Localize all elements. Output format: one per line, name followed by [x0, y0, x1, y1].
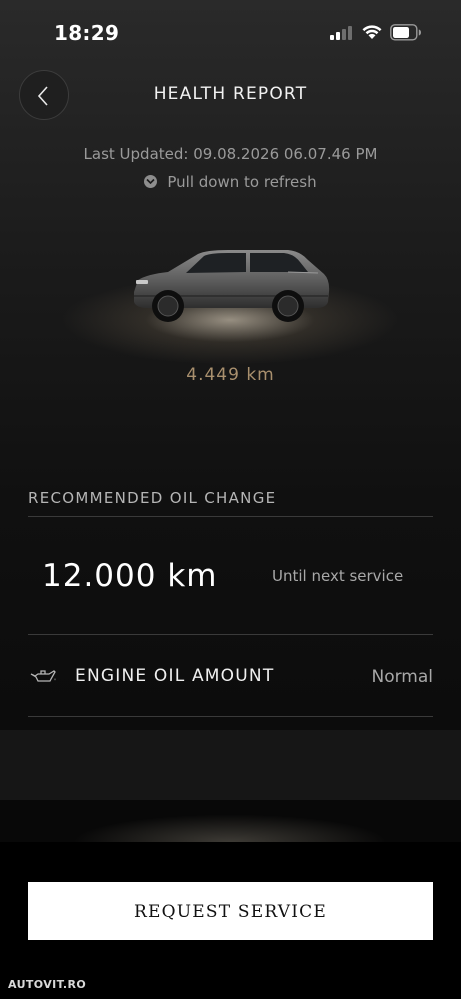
- oil-change-caption: Until next service: [272, 567, 404, 585]
- row-divider: [28, 716, 433, 717]
- section-divider: [28, 516, 433, 517]
- request-service-button[interactable]: REQUEST SERVICE: [28, 882, 433, 940]
- engine-oil-amount-value: Normal: [371, 667, 433, 687]
- scroll-content-band: [0, 730, 461, 800]
- cellular-signal-icon: [330, 26, 352, 40]
- pull-to-refresh-hint: Pull down to refresh: [0, 173, 461, 191]
- odometer-reading: 4.449 km: [186, 365, 275, 385]
- oil-change-distance: 12.000 km: [42, 558, 218, 594]
- status-time: 18:29: [54, 21, 120, 45]
- last-updated-text: Last Updated: 09.08.2026 06.07.46 PM: [83, 145, 378, 163]
- battery-icon: [390, 24, 421, 41]
- vehicle-image: [134, 250, 330, 322]
- chevron-down-icon: [144, 175, 158, 188]
- status-bar: 18:29: [0, 0, 461, 62]
- oil-can-icon: [30, 670, 56, 682]
- pull-to-refresh-label: Pull down to refresh: [167, 173, 317, 191]
- health-report-screen: 18:29 HEALTH REPORT Last Updated: 09.08.…: [0, 0, 461, 999]
- wifi-icon: [362, 25, 382, 39]
- oil-section-title: RECOMMENDED OIL CHANGE: [28, 489, 277, 507]
- watermark-logo: AUTOVIT.RO: [8, 978, 87, 991]
- engine-oil-amount-label: ENGINE OIL AMOUNT: [75, 666, 275, 686]
- row-divider: [28, 634, 433, 635]
- page-title: HEALTH REPORT: [153, 84, 308, 104]
